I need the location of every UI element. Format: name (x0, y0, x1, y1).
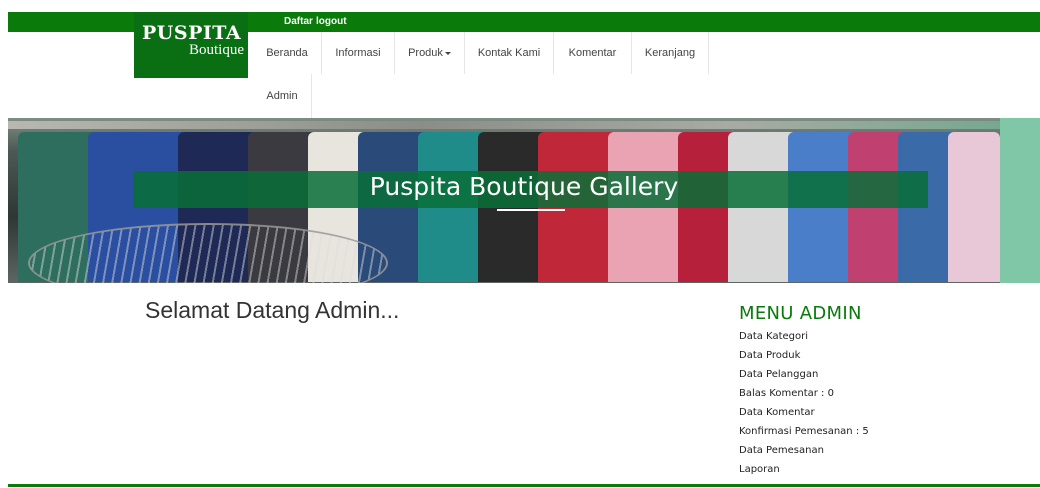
admin-menu-title: MENU ADMIN (739, 303, 862, 324)
admin-menu-item-balas-komentar[interactable]: Balas Komentar : 0 (739, 388, 834, 399)
logo-main-text: PUSPITA (142, 22, 242, 44)
admin-menu-item-konfirmasi-pemesanan[interactable]: Konfirmasi Pemesanan : 5 (739, 426, 869, 437)
nav-label: Beranda (266, 47, 308, 59)
nav-item-komentar[interactable]: Komentar (554, 32, 632, 74)
admin-menu-item-data-produk[interactable]: Data Produk (739, 350, 800, 361)
nav-label: Produk (408, 47, 443, 59)
logo-sub-text: Boutique (189, 42, 244, 58)
main-nav: Beranda Informasi Produk Kontak Kami Kom… (253, 32, 1013, 118)
daftar-link[interactable]: Daftar (284, 16, 313, 27)
footer-line (8, 484, 1040, 487)
brand-logo[interactable]: PUSPITA Boutique (134, 12, 248, 78)
admin-menu-item-data-kategori[interactable]: Data Kategori (739, 331, 808, 342)
hero-title: Puspita Boutique Gallery (369, 172, 679, 201)
caret-down-icon (444, 51, 451, 55)
nav-item-admin[interactable]: Admin (253, 74, 312, 118)
nav-item-kontak-kami[interactable]: Kontak Kami (465, 32, 554, 74)
admin-menu-item-data-pemesanan[interactable]: Data Pemesanan (739, 445, 824, 456)
nav-label: Komentar (568, 47, 617, 59)
admin-menu-item-laporan[interactable]: Laporan (739, 464, 780, 475)
admin-menu-item-data-komentar[interactable]: Data Komentar (739, 407, 815, 418)
nav-item-produk[interactable]: Produk (395, 32, 465, 74)
nav-label: Kontak Kami (477, 47, 541, 59)
nav-item-beranda[interactable]: Beranda (253, 32, 322, 74)
clothes-rail (8, 121, 1040, 129)
admin-menu-item-data-pelanggan[interactable]: Data Pelanggan (739, 369, 818, 380)
hero-underline (497, 209, 565, 211)
nav-label: Informasi (335, 47, 381, 59)
nav-item-keranjang[interactable]: Keranjang (632, 32, 709, 74)
nav-item-informasi[interactable]: Informasi (322, 32, 395, 74)
nav-label: Keranjang (644, 47, 696, 59)
garment (948, 132, 1000, 282)
welcome-heading: Selamat Datang Admin... (145, 297, 400, 323)
logout-link[interactable]: logout (316, 16, 347, 27)
nav-label: Admin (266, 90, 298, 102)
hero-banner: Puspita Boutique Gallery (8, 118, 1040, 283)
